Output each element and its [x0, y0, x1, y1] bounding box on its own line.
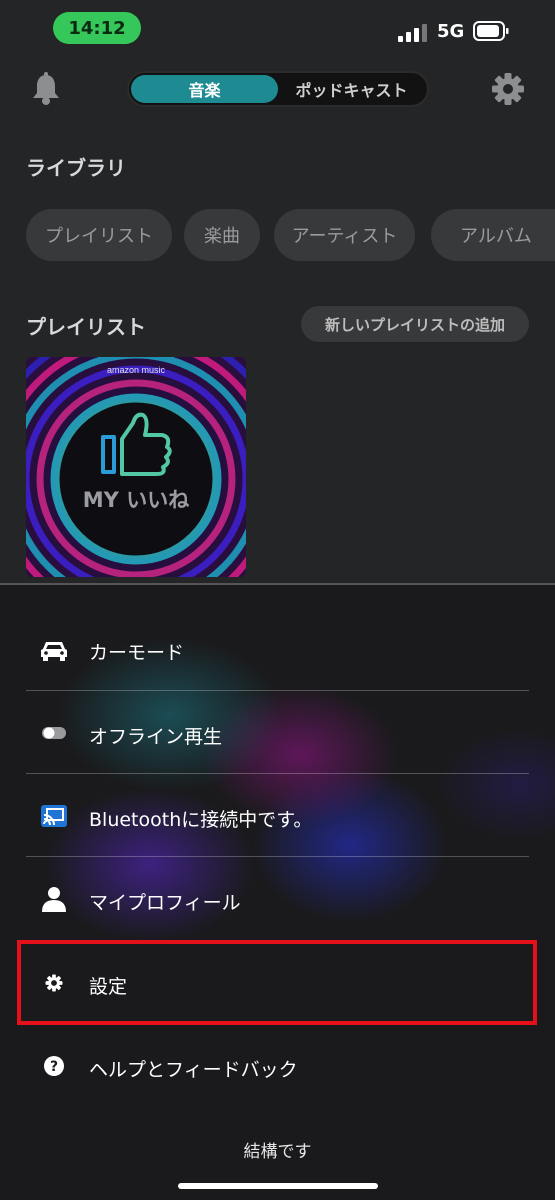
person-icon	[40, 885, 68, 913]
bell-icon[interactable]	[30, 72, 62, 106]
network-type: 5G	[437, 21, 465, 42]
signal-icon	[398, 24, 427, 42]
cover-brand: amazon music	[107, 365, 166, 375]
cast-icon	[40, 802, 68, 830]
menu-label-car-mode: カーモード	[89, 642, 185, 664]
filter-chip-playlists[interactable]: プレイリスト	[26, 209, 172, 261]
battery-icon	[473, 21, 509, 41]
menu-label-offline: オフライン再生	[89, 726, 223, 748]
menu-item-car-mode[interactable]: カーモード	[0, 610, 555, 690]
add-playlist-button[interactable]: 新しいプレイリストの追加	[301, 306, 529, 342]
menu-item-profile[interactable]: マイプロフィール	[0, 859, 555, 939]
dismiss-button[interactable]: 結構です	[0, 1137, 555, 1162]
home-indicator[interactable]	[178, 1183, 378, 1189]
help-icon: ?	[40, 1052, 68, 1080]
svg-text:?: ?	[50, 1059, 58, 1075]
menu-label-help: ヘルプとフィードバック	[89, 1059, 298, 1081]
filter-chip-albums[interactable]: アルバム	[431, 209, 555, 261]
tab-music[interactable]: 音楽	[131, 75, 278, 103]
library-title: ライブラリ	[26, 156, 126, 180]
playlist-artwork: amazon music MY いいね	[26, 357, 246, 577]
menu-divider	[26, 690, 529, 691]
menu-label-bluetooth: Bluetoothに接続中です。	[89, 809, 313, 831]
filter-chip-songs[interactable]: 楽曲	[184, 209, 260, 261]
tab-podcast[interactable]: ポッドキャスト	[278, 75, 425, 103]
filter-chip-artists[interactable]: アーティスト	[274, 209, 415, 261]
cover-title: MY いいね	[83, 488, 189, 512]
status-time: 14:12	[53, 12, 141, 44]
playlist-cover-my-likes[interactable]: amazon music MY いいね	[26, 357, 246, 577]
options-sheet: カーモード オフライン再生 Bluetoothに接続中です。 マイプロフィール …	[0, 585, 555, 1200]
toggle-icon	[40, 719, 68, 747]
menu-label-profile: マイプロフィール	[89, 892, 241, 914]
menu-item-help[interactable]: ? ヘルプとフィードバック	[0, 1026, 555, 1106]
menu-divider	[26, 856, 529, 857]
menu-item-bluetooth[interactable]: Bluetoothに接続中です。	[0, 776, 555, 856]
settings-gear-icon[interactable]	[491, 72, 525, 106]
menu-divider	[26, 773, 529, 774]
playlists-title: プレイリスト	[26, 315, 146, 339]
menu-item-offline[interactable]: オフライン再生	[0, 693, 555, 773]
car-icon	[40, 636, 68, 664]
highlight-box	[17, 940, 537, 1025]
